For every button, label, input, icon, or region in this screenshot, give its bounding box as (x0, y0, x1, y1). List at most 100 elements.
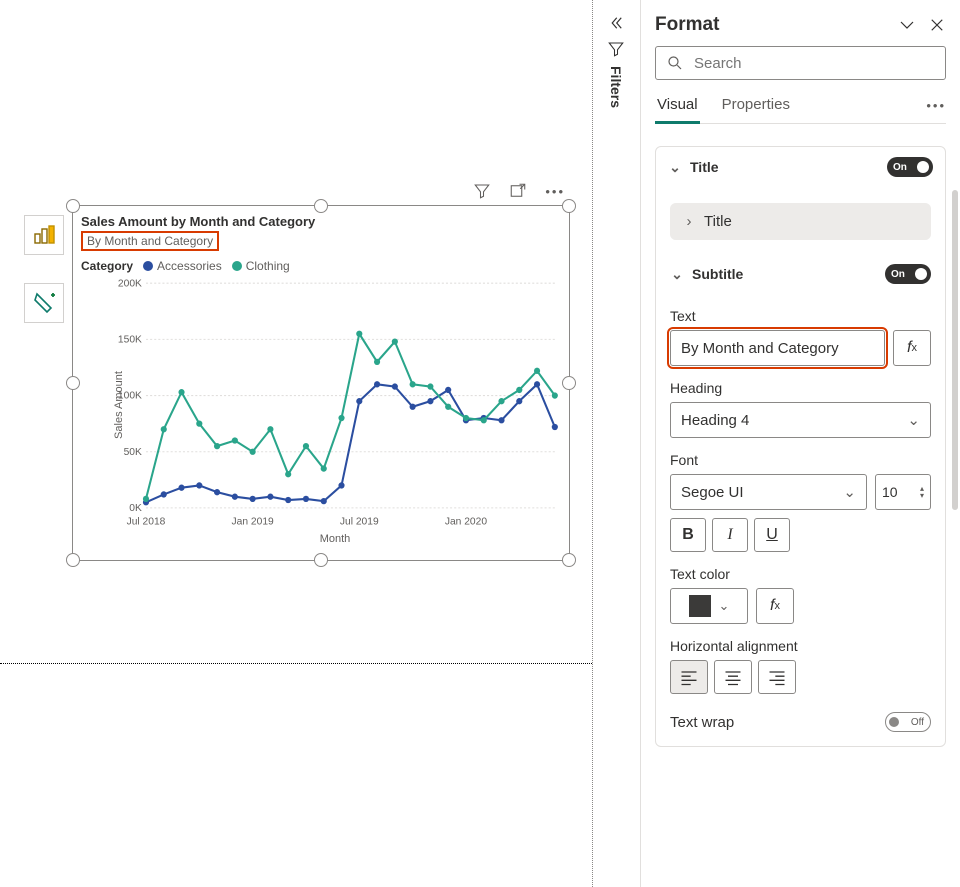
format-visual-button[interactable] (24, 283, 64, 323)
legend-item: Accessories (143, 259, 222, 273)
chart-content: Sales Amount by Month and Category By Mo… (81, 214, 561, 552)
svg-text:0K: 0K (129, 503, 142, 514)
text-color-label: Text color (670, 566, 931, 582)
alignment-buttons (670, 660, 931, 694)
text-color-picker[interactable]: ⌄ (670, 588, 748, 624)
subtitle-text-input[interactable]: By Month and Category (670, 330, 885, 366)
text-wrap-toggle[interactable]: Off (885, 712, 931, 732)
legend-text: Accessories (157, 259, 222, 273)
subtitle-font-select[interactable]: Segoe UI ⌄ (670, 474, 867, 510)
subtitle-card-label: Subtitle (692, 266, 743, 282)
tab-properties[interactable]: Properties (720, 96, 792, 124)
title-subcard: › Title (670, 203, 931, 240)
svg-text:Jan 2019: Jan 2019 (232, 517, 274, 528)
font-style-buttons: B I U (670, 518, 931, 552)
subtitle-card-header[interactable]: ⌄ Subtitle On (670, 254, 931, 294)
expand-pane-icon (607, 14, 625, 32)
text-color-fx-button[interactable]: fx (756, 588, 794, 624)
bar-chart-icon (32, 223, 56, 247)
visual-header-icons: ••• (473, 182, 565, 200)
resize-handle[interactable] (314, 553, 328, 567)
title-subcard-header[interactable]: › Title (670, 203, 931, 240)
subtitle-heading-label: Heading (670, 380, 931, 396)
collapse-pane-icon[interactable] (898, 16, 916, 34)
pane-divider (592, 0, 593, 887)
resize-handle[interactable] (562, 376, 576, 390)
subtitle-toggle[interactable]: On (885, 264, 931, 284)
subtitle-font-label: Font (670, 452, 931, 468)
chevron-down-icon: ⌄ (907, 411, 920, 429)
title-card: ⌄ Title On › Title ⌄ Subtitle (655, 146, 946, 747)
chevron-down-icon: ⌄ (670, 266, 684, 283)
svg-text:Jul 2018: Jul 2018 (127, 517, 166, 528)
align-center-button[interactable] (714, 660, 752, 694)
subtitle-fontsize-stepper[interactable]: 10 ▴▾ (875, 474, 931, 510)
chevron-right-icon: › (682, 213, 696, 230)
resize-handle[interactable] (562, 199, 576, 213)
title-toggle[interactable]: On (887, 157, 933, 177)
search-input[interactable] (694, 55, 935, 72)
resize-handle[interactable] (562, 553, 576, 567)
subtitle-heading-select[interactable]: Heading 4 ⌄ (670, 402, 931, 438)
scrollbar[interactable] (952, 190, 958, 510)
svg-text:Jul 2019: Jul 2019 (340, 517, 379, 528)
pane-title: Format (655, 14, 719, 36)
text-wrap-row: Text wrap Off (670, 712, 931, 732)
chart-title: Sales Amount by Month and Category (81, 214, 561, 229)
filters-label: Filters (608, 66, 624, 108)
text-wrap-label: Text wrap (670, 714, 734, 731)
more-options-icon[interactable]: ••• (545, 184, 565, 199)
format-pane: Format Visual Properties ••• ⌄ Title On (640, 0, 960, 887)
align-left-button[interactable] (670, 660, 708, 694)
title-subcard-label: Title (704, 213, 732, 230)
svg-text:150K: 150K (118, 334, 142, 345)
resize-handle[interactable] (66, 199, 80, 213)
chevron-down-icon: ⌄ (843, 483, 856, 501)
color-swatch (689, 595, 711, 617)
legend-item: Clothing (232, 259, 290, 273)
legend-swatch (143, 261, 153, 271)
visual-tool-sidebar (24, 215, 64, 323)
format-cards-scroll[interactable]: ⌄ Title On › Title ⌄ Subtitle (641, 124, 960, 887)
svg-text:200K: 200K (118, 279, 142, 289)
title-card-label: Title (690, 159, 719, 175)
pane-tabs: Visual Properties ••• (655, 96, 946, 124)
bold-button[interactable]: B (670, 518, 706, 552)
chart-legend: Category Accessories Clothing (81, 259, 561, 273)
align-right-button[interactable] (758, 660, 796, 694)
filter-icon (607, 40, 625, 58)
y-axis-label: Sales Amount (113, 371, 125, 439)
resize-handle[interactable] (66, 376, 80, 390)
chart-subtitle: By Month and Category (81, 231, 219, 251)
plot-area: Sales Amount 0K50K100K150K200K Jul 2018J… (109, 279, 561, 531)
search-box[interactable] (655, 46, 946, 80)
search-icon (666, 54, 684, 72)
resize-handle[interactable] (66, 553, 80, 567)
focus-mode-icon[interactable] (509, 182, 527, 200)
filters-pane-collapsed[interactable]: Filters (598, 14, 634, 108)
filter-icon[interactable] (473, 182, 491, 200)
report-canvas: ••• Sales Amount by Month and Category B… (0, 0, 592, 887)
alignment-label: Horizontal alignment (670, 638, 931, 654)
subtitle-text-label: Text (670, 308, 931, 324)
svg-text:Jan 2020: Jan 2020 (445, 517, 487, 528)
line-chart-svg: 0K50K100K150K200K Jul 2018Jan 2019Jul 20… (109, 279, 561, 531)
tab-more-icon[interactable]: ••• (926, 98, 946, 121)
canvas-page-divider (0, 663, 592, 664)
subtitle-text-fx-button[interactable]: fx (893, 330, 931, 366)
add-visual-button[interactable] (24, 215, 64, 255)
svg-text:50K: 50K (124, 447, 142, 458)
x-axis-label: Month (109, 533, 561, 545)
chart-visual[interactable]: ••• Sales Amount by Month and Category B… (72, 205, 570, 561)
chevron-down-icon: ⌄ (668, 159, 682, 176)
paintbrush-plus-icon (32, 291, 56, 315)
stepper-arrows-icon: ▴▾ (920, 485, 924, 499)
underline-button[interactable]: U (754, 518, 790, 552)
title-card-header[interactable]: ⌄ Title On (656, 147, 945, 187)
italic-button[interactable]: I (712, 518, 748, 552)
resize-handle[interactable] (314, 199, 328, 213)
pane-header: Format (655, 14, 946, 36)
tab-visual[interactable]: Visual (655, 96, 700, 124)
close-pane-icon[interactable] (928, 16, 946, 34)
legend-text: Clothing (246, 259, 290, 273)
